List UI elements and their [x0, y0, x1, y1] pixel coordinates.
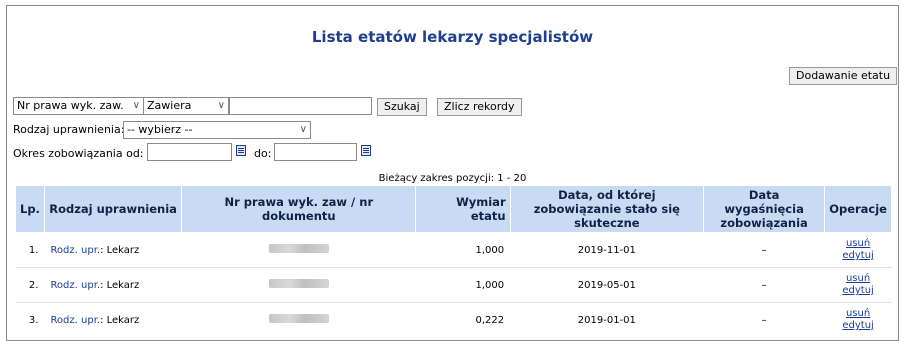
- delete-link[interactable]: usuń: [831, 238, 886, 250]
- chevron-down-icon: ∨: [299, 124, 307, 135]
- okres-label: Okres zobowiązania od:: [13, 147, 144, 160]
- table-row: 2. Rodz. upr.: Lekarz 1,000 2019-05-01 –…: [15, 267, 892, 303]
- rodzaj-label: Rodzaj uprawnienia:: [13, 123, 125, 136]
- search-input[interactable]: [229, 97, 372, 115]
- date-from-input[interactable]: [147, 143, 232, 161]
- search-button[interactable]: Szukaj: [377, 98, 427, 116]
- operator-select-value: Zawiera: [147, 99, 192, 112]
- rodz-upr-value: : Lekarz: [100, 279, 140, 291]
- rodzaj-select[interactable]: -- wybierz -- ∨: [123, 121, 311, 139]
- edit-link[interactable]: edytuj: [831, 320, 886, 332]
- col-rodzaj: Rodzaj uprawnienia: [43, 185, 183, 233]
- row-nr-redacted: [181, 232, 416, 268]
- operator-select[interactable]: Zawiera ∨: [143, 97, 229, 115]
- chevron-down-icon: ∨: [132, 100, 140, 111]
- row-nr-redacted: [181, 267, 416, 303]
- col-data-od: Data, od której zobowiązanie stało się s…: [509, 185, 705, 233]
- table-row: 3. Rodz. upr.: Lekarz 0,222 2019-01-01 –…: [15, 302, 892, 338]
- do-label: do:: [254, 147, 272, 160]
- row-wymiar: 0,222: [415, 302, 511, 338]
- row-data-od: 2019-01-01: [510, 302, 704, 338]
- row-data-wyg: –: [703, 232, 825, 268]
- row-wymiar: 1,000: [415, 232, 511, 268]
- rodz-upr-link[interactable]: Rodz. upr.: [50, 280, 100, 291]
- calendar-icon[interactable]: [361, 145, 371, 156]
- calendar-icon[interactable]: [236, 145, 246, 156]
- row-wymiar: 1,000: [415, 267, 511, 303]
- row-rodzaj: Rodz. upr.: Lekarz: [44, 267, 182, 303]
- chevron-down-icon: ∨: [217, 100, 225, 111]
- row-nr-redacted: [181, 302, 416, 338]
- col-operacje: Operacje: [824, 185, 892, 233]
- col-data-wyg: Data wygaśnięcia zobowiązania: [703, 185, 826, 233]
- row-data-od: 2019-05-01: [510, 267, 704, 303]
- rodz-upr-value: : Lekarz: [100, 244, 140, 256]
- edit-link[interactable]: edytuj: [831, 250, 886, 262]
- redacted-number: [268, 279, 329, 288]
- delete-link[interactable]: usuń: [831, 273, 886, 285]
- row-data-od: 2019-11-01: [510, 232, 704, 268]
- col-lp: Lp.: [15, 185, 45, 233]
- etaty-table: Lp. Rodzaj uprawnienia Nr prawa wyk. zaw…: [15, 185, 892, 338]
- row-rodzaj: Rodz. upr.: Lekarz: [44, 302, 182, 338]
- col-wymiar: Wymiar etatu: [415, 185, 511, 233]
- range-info: Bieżący zakres pozycji: 1 - 20: [378, 173, 527, 184]
- rodzaj-select-value: -- wybierz --: [127, 123, 193, 136]
- main-panel: Lista etatów lekarzy specjalistów Dodawa…: [6, 5, 899, 341]
- row-lp: 2.: [15, 267, 45, 303]
- search-field-select[interactable]: Nr prawa wyk. zaw. ∨: [13, 97, 144, 115]
- rodz-upr-link[interactable]: Rodz. upr.: [50, 315, 100, 326]
- row-data-wyg: –: [703, 302, 825, 338]
- delete-link[interactable]: usuń: [831, 308, 886, 320]
- table-row: 1. Rodz. upr.: Lekarz 1,000 2019-11-01 –…: [15, 232, 892, 268]
- row-lp: 3.: [15, 302, 45, 338]
- row-operacje: usuń edytuj: [824, 302, 892, 338]
- table-header-row: Lp. Rodzaj uprawnienia Nr prawa wyk. zaw…: [15, 185, 892, 233]
- page-title: Lista etatów lekarzy specjalistów: [311, 28, 594, 46]
- col-nr: Nr prawa wyk. zaw / nr dokumentu: [181, 185, 417, 233]
- row-operacje: usuń edytuj: [824, 232, 892, 268]
- rodz-upr-link[interactable]: Rodz. upr.: [50, 245, 100, 256]
- edit-link[interactable]: edytuj: [831, 285, 886, 297]
- rodz-upr-value: : Lekarz: [100, 314, 140, 326]
- redacted-number: [268, 244, 329, 253]
- row-lp: 1.: [15, 232, 45, 268]
- add-etat-button[interactable]: Dodawanie etatu: [789, 67, 898, 85]
- row-data-wyg: –: [703, 267, 825, 303]
- search-field-select-value: Nr prawa wyk. zaw.: [17, 99, 124, 112]
- count-records-button[interactable]: Zlicz rekordy: [437, 98, 522, 116]
- redacted-number: [268, 314, 329, 324]
- row-operacje: usuń edytuj: [824, 267, 892, 303]
- row-rodzaj: Rodz. upr.: Lekarz: [44, 232, 182, 268]
- date-to-input[interactable]: [274, 143, 357, 161]
